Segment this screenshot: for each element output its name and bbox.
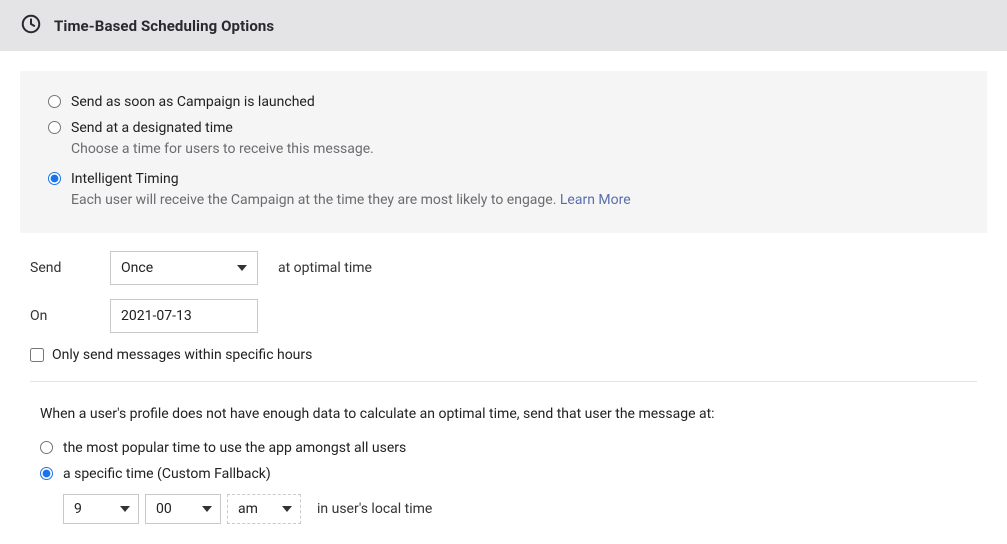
learn-more-link[interactable]: Learn More	[560, 192, 631, 208]
section-title: Time-Based Scheduling Options	[54, 17, 274, 35]
radio-fallback-popular[interactable]	[40, 441, 53, 454]
radio-send-immediately-label: Send as soon as Campaign is launched	[71, 93, 315, 113]
frequency-value: Once	[121, 260, 153, 276]
send-label: Send	[30, 260, 110, 276]
section-header: Time-Based Scheduling Options	[0, 0, 1007, 51]
radio-intelligent-timing-desc: Each user will receive the Campaign at t…	[71, 191, 959, 211]
restrict-hours-checkbox[interactable]	[30, 348, 44, 362]
radio-fallback-custom-label: a specific time (Custom Fallback)	[63, 465, 271, 485]
chevron-down-icon	[282, 506, 292, 512]
divider	[30, 381, 977, 382]
radio-designated-time-desc: Choose a time for users to receive this …	[71, 140, 959, 160]
send-suffix: at optimal time	[278, 260, 372, 276]
on-label: On	[30, 308, 110, 324]
fallback-hour-value: 9	[74, 501, 82, 517]
fallback-ampm-value: am	[238, 501, 258, 517]
radio-send-immediately[interactable]	[48, 95, 61, 108]
fallback-minute-value: 00	[156, 501, 172, 517]
radio-intelligent-timing[interactable]	[48, 172, 61, 185]
fallback-minute-select[interactable]: 00	[145, 494, 221, 524]
intelligent-desc-text: Each user will receive the Campaign at t…	[71, 192, 560, 208]
fallback-hour-select[interactable]: 9	[63, 494, 139, 524]
radio-fallback-custom[interactable]	[40, 467, 53, 480]
radio-intelligent-timing-label: Intelligent Timing	[71, 170, 179, 190]
chevron-down-icon	[237, 265, 247, 271]
restrict-hours-label[interactable]: Only send messages within specific hours	[52, 347, 312, 363]
clock-icon	[20, 13, 42, 39]
fallback-ampm-select[interactable]: am	[227, 494, 301, 524]
radio-designated-time-label: Send at a designated time	[71, 119, 233, 139]
chevron-down-icon	[120, 506, 130, 512]
schedule-type-panel: Send as soon as Campaign is launched Sen…	[20, 71, 987, 233]
fallback-intro: When a user's profile does not have enou…	[40, 404, 967, 425]
frequency-select[interactable]: Once	[110, 251, 258, 285]
radio-designated-time[interactable]	[48, 121, 61, 134]
radio-fallback-popular-label: the most popular time to use the app amo…	[63, 439, 406, 459]
date-input[interactable]	[110, 299, 258, 333]
fallback-tz-note: in user's local time	[317, 501, 432, 517]
chevron-down-icon	[202, 506, 212, 512]
